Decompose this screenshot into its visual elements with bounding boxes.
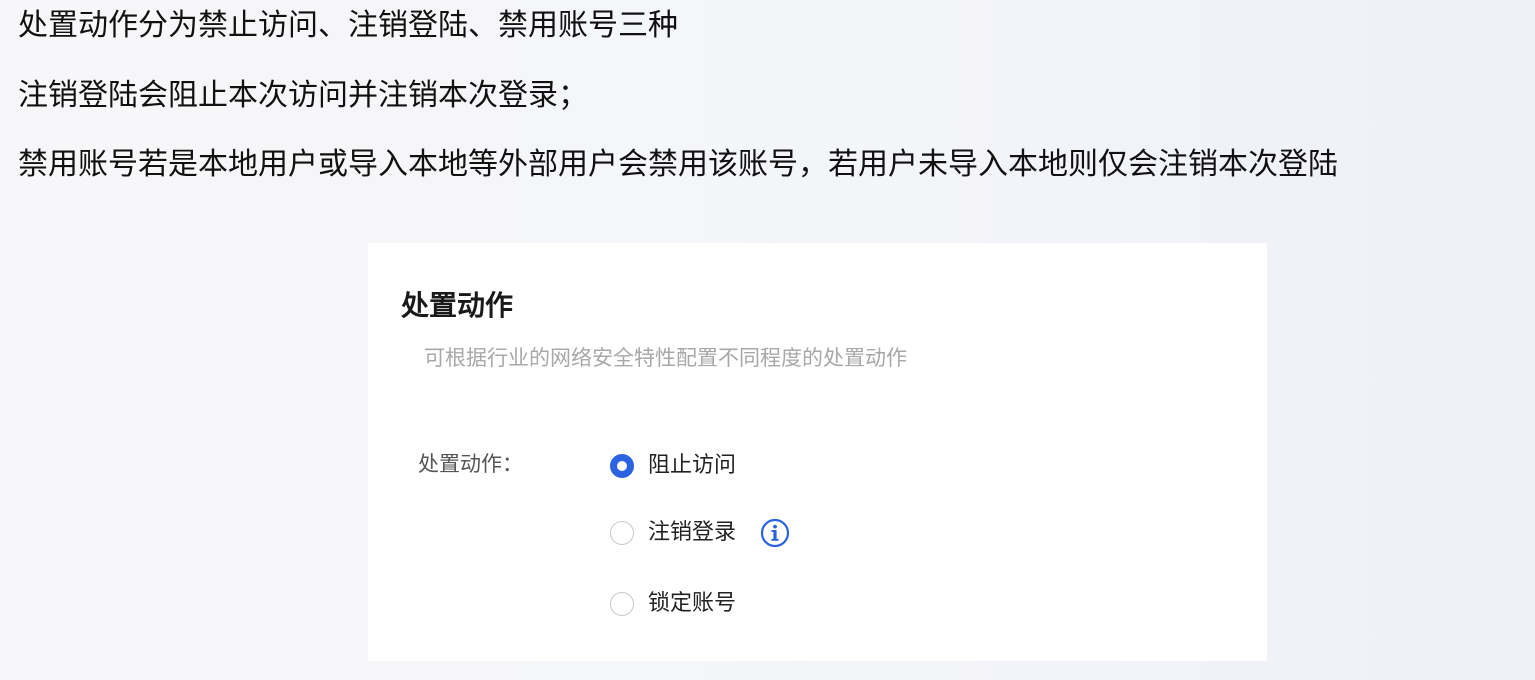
option-lock-account[interactable]: 锁定账号	[610, 589, 736, 619]
option-logout[interactable]: 注销登录	[610, 518, 790, 548]
option-label-logout: 注销登录	[648, 520, 737, 545]
radio-block-access[interactable]	[610, 454, 634, 478]
intro-line-1: 处置动作分为禁止访问、注销登陆、禁用账号三种	[18, 8, 678, 43]
disposal-action-label: 处置动作：	[418, 452, 523, 476]
option-label-block-access: 阻止访问	[648, 453, 737, 478]
option-label-lock-account: 锁定账号	[648, 591, 737, 616]
intro-line-2: 注销登陆会阻止本次访问并注销本次登录；	[18, 78, 588, 113]
radio-logout[interactable]	[610, 521, 634, 545]
info-circle-icon[interactable]	[760, 518, 790, 548]
disposal-action-panel: 处置动作 可根据行业的网络安全特性配置不同程度的处置动作 处置动作： 阻止访问 …	[368, 243, 1267, 661]
radio-lock-account[interactable]	[610, 592, 634, 616]
intro-line-3: 禁用账号若是本地用户或导入本地等外部用户会禁用该账号，若用户未导入本地则仅会注销…	[18, 147, 1338, 182]
option-block-access[interactable]: 阻止访问	[610, 451, 736, 481]
panel-subtitle: 可根据行业的网络安全特性配置不同程度的处置动作	[424, 346, 907, 370]
panel-title: 处置动作	[401, 289, 514, 322]
